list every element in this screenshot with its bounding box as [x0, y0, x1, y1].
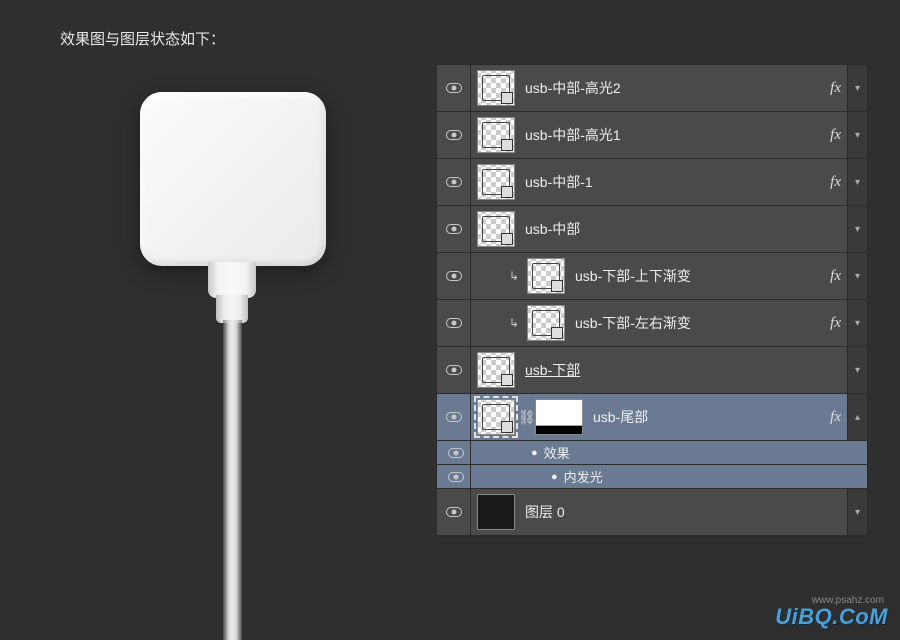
layer-row[interactable]: ↳ usb-下部-左右渐变 fx ▾	[437, 300, 867, 347]
link-icon[interactable]: ⛓	[518, 409, 532, 426]
effects-row[interactable]: ●效果	[437, 441, 867, 465]
effects-label: ●效果	[531, 443, 570, 462]
eye-icon	[448, 472, 464, 482]
layer-thumbnail[interactable]	[477, 117, 515, 153]
preview-area	[70, 72, 400, 612]
eye-icon	[446, 130, 462, 140]
eye-icon	[446, 224, 462, 234]
fx-badge: fx	[830, 409, 841, 426]
usb-neck-shape	[208, 262, 256, 298]
collapse-toggle[interactable]: ▾	[847, 347, 867, 393]
layer-thumbnail[interactable]	[477, 352, 515, 388]
layer-thumbnail[interactable]	[527, 305, 565, 341]
layer-name[interactable]: usb-中部-高光2	[525, 78, 830, 98]
eye-icon	[446, 83, 462, 93]
visibility-toggle[interactable]	[437, 489, 471, 535]
layer-name[interactable]: usb-下部-左右渐变	[575, 313, 830, 333]
collapse-toggle[interactable]: ▾	[847, 112, 867, 158]
collapse-toggle[interactable]: ▾	[847, 300, 867, 346]
layer-thumbnail[interactable]	[527, 258, 565, 294]
eye-icon	[446, 177, 462, 187]
fx-badge: fx	[830, 174, 841, 191]
fx-badge: fx	[830, 268, 841, 285]
layer-name[interactable]: usb-尾部	[593, 407, 830, 427]
layers-panel: usb-中部-高光2 fx ▾ usb-中部-高光1 fx ▾ usb-中部-1…	[436, 64, 868, 537]
visibility-toggle[interactable]	[437, 206, 471, 252]
layer-thumbnail[interactable]	[477, 211, 515, 247]
visibility-toggle[interactable]	[437, 65, 471, 111]
eye-icon	[446, 507, 462, 517]
usb-neck2-shape	[216, 295, 248, 323]
layer-thumbnail[interactable]	[477, 70, 515, 106]
eye-icon	[446, 365, 462, 375]
layer-row[interactable]: 图层 0 ▾	[437, 489, 867, 536]
layer-name[interactable]: usb-下部	[525, 360, 847, 380]
effect-item-label: ●内发光	[551, 467, 603, 486]
layer-name[interactable]: usb-中部	[525, 219, 847, 239]
eye-icon	[446, 271, 462, 281]
layer-row[interactable]: usb-中部 ▾	[437, 206, 867, 253]
collapse-toggle[interactable]: ▾	[847, 206, 867, 252]
eye-icon	[446, 318, 462, 328]
collapse-toggle[interactable]: ▾	[847, 159, 867, 205]
clipping-mask-icon: ↳	[507, 269, 521, 283]
usb-cable-shape	[223, 320, 242, 640]
collapse-toggle[interactable]: ▾	[847, 65, 867, 111]
eye-icon	[446, 412, 462, 422]
layer-row[interactable]: ↳ usb-下部-上下渐变 fx ▾	[437, 253, 867, 300]
layer-thumbnail[interactable]	[477, 399, 515, 435]
layer-thumbnail[interactable]	[477, 494, 515, 530]
layer-thumbnail[interactable]	[477, 164, 515, 200]
layer-row[interactable]: usb-中部-高光1 fx ▾	[437, 112, 867, 159]
eye-icon	[448, 448, 464, 458]
clipping-mask-icon: ↳	[507, 316, 521, 330]
visibility-toggle[interactable]	[437, 159, 471, 205]
watermark: UiBQ.CoM	[775, 604, 888, 630]
visibility-toggle[interactable]	[437, 394, 471, 440]
layer-row-selected[interactable]: ⛓ usb-尾部 fx ▴	[437, 394, 867, 441]
collapse-toggle[interactable]: ▾	[847, 489, 867, 535]
visibility-toggle[interactable]	[437, 465, 471, 488]
layer-name[interactable]: usb-下部-上下渐变	[575, 266, 830, 286]
layer-row[interactable]: usb-中部-高光2 fx ▾	[437, 65, 867, 112]
layer-name[interactable]: usb-中部-高光1	[525, 125, 830, 145]
layer-mask-thumbnail[interactable]	[535, 399, 583, 435]
visibility-toggle[interactable]	[437, 300, 471, 346]
collapse-toggle[interactable]: ▴	[847, 394, 867, 440]
usb-body-shape	[140, 92, 326, 266]
visibility-toggle[interactable]	[437, 112, 471, 158]
layer-row[interactable]: usb-中部-1 fx ▾	[437, 159, 867, 206]
caption-text: 效果图与图层状态如下：	[60, 28, 225, 49]
layer-name[interactable]: usb-中部-1	[525, 172, 830, 192]
fx-badge: fx	[830, 127, 841, 144]
fx-badge: fx	[830, 315, 841, 332]
fx-badge: fx	[830, 80, 841, 97]
effect-item-row[interactable]: ●内发光	[437, 465, 867, 489]
visibility-toggle[interactable]	[437, 253, 471, 299]
collapse-toggle[interactable]: ▾	[847, 253, 867, 299]
layer-row[interactable]: usb-下部 ▾	[437, 347, 867, 394]
visibility-toggle[interactable]	[437, 347, 471, 393]
layer-name[interactable]: 图层 0	[525, 502, 847, 522]
visibility-toggle[interactable]	[437, 441, 471, 464]
